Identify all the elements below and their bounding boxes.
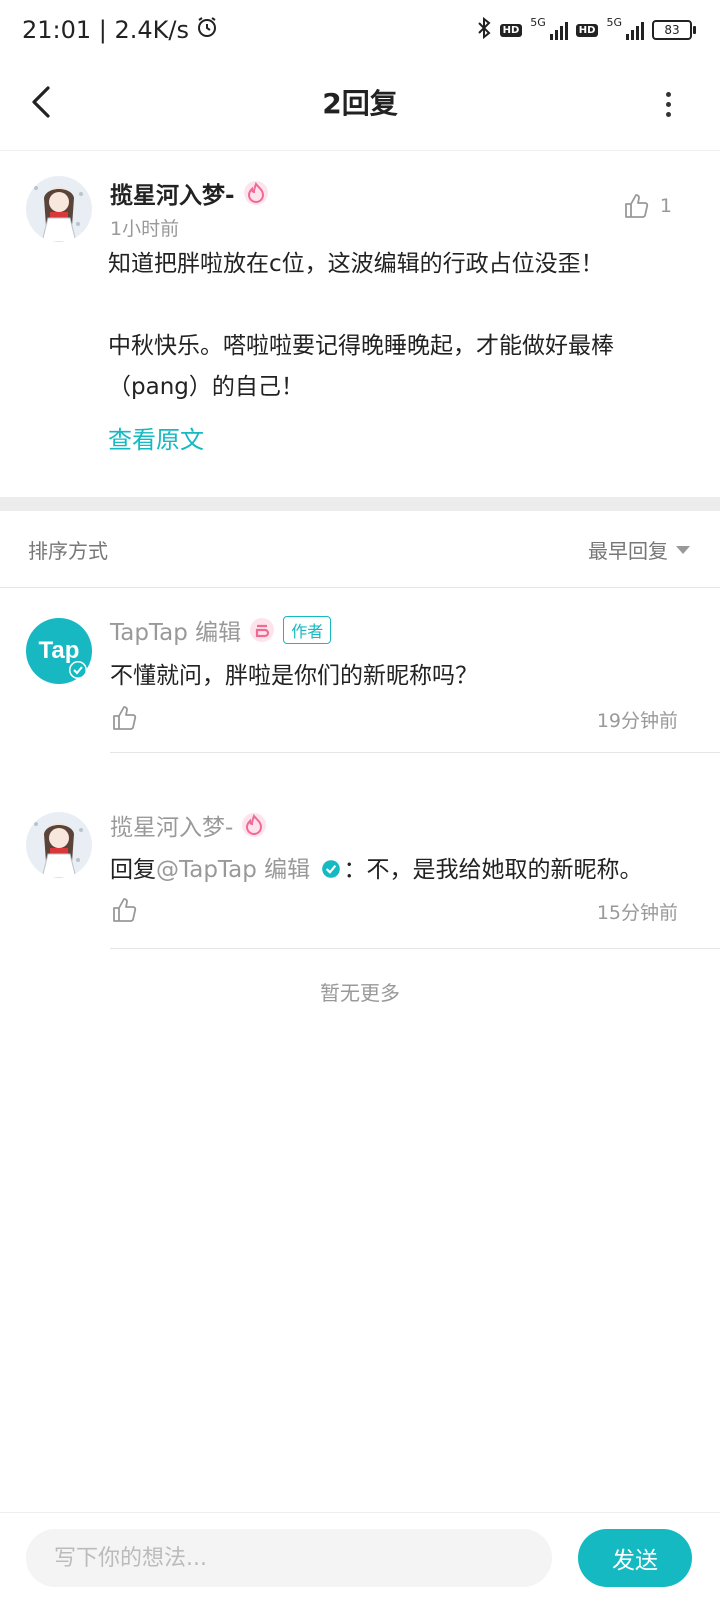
more-options-button[interactable] [656,84,680,124]
level-badge-icon [249,617,275,643]
reply-header: 揽星河入梦- [110,808,267,842]
verified-badge-icon [69,661,87,679]
network-type-2: 5G [606,15,622,29]
thumbs-up-icon [113,898,137,922]
reply-item: Tap TapTap 编辑 作者 不懂就问，胖啦是你们的新昵称吗？ 19分钟前 [0,588,720,753]
sort-bar: 排序方式 最早回复 [0,511,720,588]
send-button[interactable]: 发送 [578,1529,692,1587]
reply-detail-page: 21:01 | 2.4K/s HD 5G HD 5G 83 2回复 揽星河入梦-… [0,0,720,1601]
reply-divider [110,752,720,753]
reply-header: TapTap 编辑 作者 [110,613,332,647]
sort-label: 排序方式 [28,539,108,563]
reply-time: 19分钟前 [596,710,678,732]
fire-badge-icon [241,812,267,838]
reply-time: 15分钟前 [596,902,678,924]
sort-dropdown[interactable]: 最早回复 [588,535,690,564]
caret-down-icon [676,545,690,554]
thumbs-up-icon [113,706,137,730]
post-author-name[interactable]: 揽星河入梦- [110,176,235,210]
thumbs-up-icon [625,194,649,218]
bluetooth-icon [476,16,492,44]
status-time-speed: 21:01 | 2.4K/s [22,16,190,44]
post-like-count: 1 [659,195,672,217]
signal-icon-2 [626,20,644,40]
status-bar: 21:01 | 2.4K/s HD 5G HD 5G 83 [0,0,720,64]
post-like-button[interactable]: 1 [622,192,672,220]
more-dot-icon [665,91,671,97]
author-tag: 作者 [283,616,332,644]
alarm-icon [195,15,219,45]
avatar[interactable] [26,812,92,878]
hd-badge: HD [499,23,523,37]
reply-divider [110,948,720,949]
status-left: 21:01 | 2.4K/s [22,15,219,45]
reply-text: 不懂就问，胖啦是你们的新昵称吗？ [110,663,478,689]
reply-text: 回复@TapTap 编辑 ：不，是我给她取的新昵称。 [110,850,643,884]
view-original-link[interactable]: 查看原文 [108,420,204,455]
post-time: 1小时前 [110,218,180,240]
reply-body: ：不，是我给她取的新昵称。 [343,857,643,883]
page-title: 2回复 [322,87,398,120]
verified-badge-icon [321,860,340,878]
top-bar: 2回复 [0,64,720,151]
more-dot-icon [665,101,671,107]
more-dot-icon [665,111,671,117]
post-line: 知道把胖啦放在c位，这波编辑的行政占位没歪！ [108,251,604,277]
post-line: （pang）的自己！ [108,374,304,400]
comment-bar: 发送 [0,1512,720,1601]
fire-badge-icon [243,180,269,206]
status-right: HD 5G HD 5G 83 [476,15,696,44]
post-line: 中秋快乐。嗒啦啦要记得晚睡晚起，才能做好最棒 [108,333,614,359]
reply-like-button[interactable] [110,704,138,732]
mention-link[interactable]: @TapTap 编辑 [156,857,310,883]
network-type: 5G [530,15,546,29]
section-divider [0,497,720,511]
sort-value: 最早回复 [588,539,668,563]
reply-author[interactable]: TapTap 编辑 [110,613,241,647]
reply-item: 揽星河入梦- 回复@TapTap 编辑 ：不，是我给她取的新昵称。 15分钟前 [0,768,720,953]
post-author: 揽星河入梦- [110,176,269,210]
reply-author[interactable]: 揽星河入梦- [110,808,233,842]
avatar[interactable] [26,176,92,242]
reply-like-button[interactable] [110,896,138,924]
reply-prefix: 回复 [110,857,156,883]
comment-input[interactable] [26,1529,552,1587]
post-content: 知道把胖啦放在c位，这波编辑的行政占位没歪！ 中秋快乐。嗒啦啦要记得晚睡晚起，才… [108,244,688,408]
no-more-label: 暂无更多 [320,981,400,1005]
signal-icon [549,20,568,40]
original-comment: 揽星河入梦- 1小时前 1 知道把胖啦放在c位，这波编辑的行政占位没歪！ 中秋快… [0,152,720,486]
hd-badge-2: HD [575,23,599,37]
battery-icon: 83 [652,20,696,40]
